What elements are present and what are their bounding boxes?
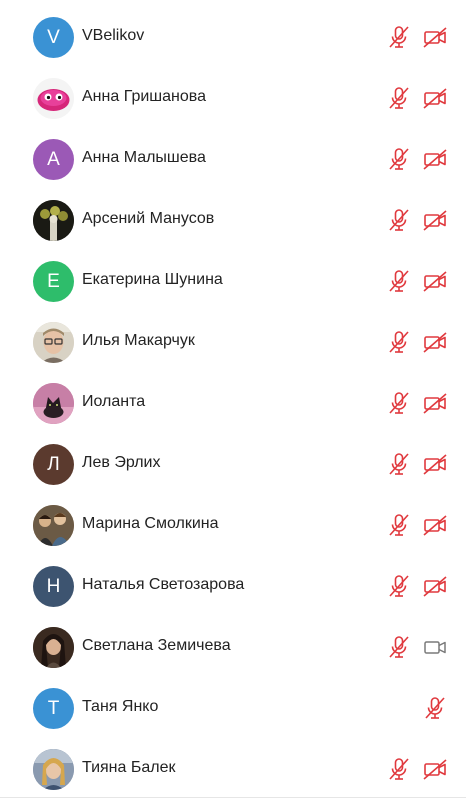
participant-name: Илья Макарчук: [82, 332, 195, 349]
participant-row[interactable]: Т Таня Янко: [0, 679, 466, 740]
avatar-initial: Т: [47, 697, 60, 719]
avatar: [33, 78, 74, 119]
mic-muted-icon[interactable]: [386, 390, 412, 416]
video-camera-icon[interactable]: [422, 634, 448, 660]
participant-name: Иоланта: [82, 393, 146, 410]
avatar: Е: [33, 261, 74, 302]
avatar: Н: [33, 566, 74, 607]
divider: [0, 797, 466, 798]
avatar-initial: V: [47, 26, 60, 48]
avatar: [33, 383, 74, 424]
participant-name: Арсений Манусов: [82, 210, 215, 227]
avatar: [33, 200, 74, 241]
mic-muted-icon[interactable]: [422, 695, 448, 721]
video-camera-off-icon[interactable]: [422, 146, 448, 172]
participant-row[interactable]: Тияна Балек: [0, 740, 466, 801]
avatar-initial: Н: [46, 575, 61, 597]
participant-row[interactable]: V VBelikov: [0, 8, 466, 69]
avatar-initial: Е: [47, 270, 60, 292]
avatar: А: [33, 139, 74, 180]
participant-name: Екатерина Шунина: [82, 271, 223, 288]
participant-row[interactable]: Арсений Манусов: [0, 191, 466, 252]
avatar-initial: Л: [47, 453, 60, 475]
participant-row[interactable]: Анна Гришанова: [0, 69, 466, 130]
participant-name: Таня Янко: [82, 698, 159, 715]
mic-muted-icon[interactable]: [386, 512, 412, 538]
mic-muted-icon[interactable]: [386, 573, 412, 599]
avatar: Т: [33, 688, 74, 729]
participant-row[interactable]: Илья Макарчук: [0, 313, 466, 374]
participant-name: Анна Малышева: [82, 149, 206, 166]
mic-muted-icon[interactable]: [386, 756, 412, 782]
avatar: [33, 749, 74, 790]
avatar: V: [33, 17, 74, 58]
mic-muted-icon[interactable]: [386, 207, 412, 233]
participant-name: Марина Смолкина: [82, 515, 219, 532]
video-camera-off-icon[interactable]: [422, 512, 448, 538]
participant-name: Лев Эрлих: [82, 454, 161, 471]
video-camera-off-icon[interactable]: [422, 268, 448, 294]
video-camera-off-icon[interactable]: [422, 756, 448, 782]
mic-muted-icon[interactable]: [386, 146, 412, 172]
avatar: [33, 322, 74, 363]
mic-muted-icon[interactable]: [386, 268, 412, 294]
video-camera-off-icon[interactable]: [422, 573, 448, 599]
video-camera-off-icon[interactable]: [422, 24, 448, 50]
participant-row[interactable]: Е Екатерина Шунина: [0, 252, 466, 313]
mic-muted-icon[interactable]: [386, 329, 412, 355]
mic-muted-icon[interactable]: [386, 24, 412, 50]
avatar: Л: [33, 444, 74, 485]
mic-muted-icon[interactable]: [386, 634, 412, 660]
participant-name: VBelikov: [82, 27, 145, 44]
participant-row[interactable]: Н Наталья Светозарова: [0, 557, 466, 618]
avatar: [33, 505, 74, 546]
participant-row[interactable]: Светлана Земичева: [0, 618, 466, 679]
video-camera-off-icon[interactable]: [422, 329, 448, 355]
participant-name: Наталья Светозарова: [82, 576, 245, 593]
video-camera-off-icon[interactable]: [422, 85, 448, 111]
video-camera-off-icon[interactable]: [422, 451, 448, 477]
mic-muted-icon[interactable]: [386, 85, 412, 111]
participant-name: Тияна Балек: [82, 759, 176, 776]
participant-name: Анна Гришанова: [82, 88, 206, 105]
participant-row[interactable]: А Анна Малышева: [0, 130, 466, 191]
participant-row[interactable]: Л Лев Эрлих: [0, 435, 466, 496]
video-camera-off-icon[interactable]: [422, 207, 448, 233]
participants-list: V VBelikov Анна Гришанова А Анна Малышева: [0, 0, 466, 800]
avatar: [33, 627, 74, 668]
avatar-initial: А: [47, 148, 60, 170]
participant-row[interactable]: Иоланта: [0, 374, 466, 435]
participant-name: Светлана Земичева: [82, 637, 231, 654]
mic-muted-icon[interactable]: [386, 451, 412, 477]
video-camera-off-icon[interactable]: [422, 390, 448, 416]
participant-row[interactable]: Марина Смолкина: [0, 496, 466, 557]
